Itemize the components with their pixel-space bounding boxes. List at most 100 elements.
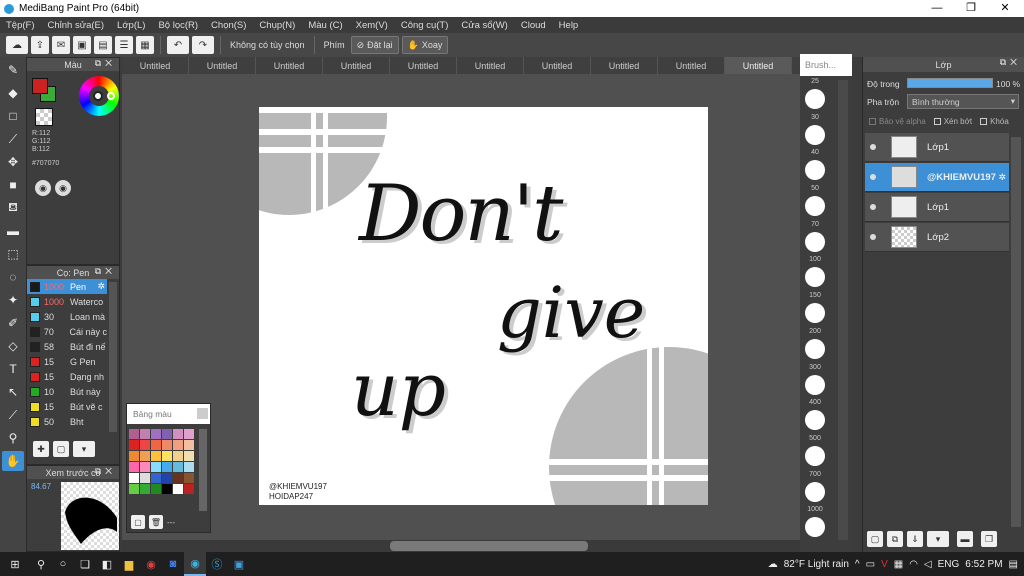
brush-size-option[interactable] bbox=[805, 196, 825, 217]
divide-tool-icon[interactable]: ⟋ bbox=[2, 405, 24, 425]
palette-swatch[interactable] bbox=[184, 484, 194, 494]
eraser-tool-icon[interactable]: ◆ bbox=[2, 83, 24, 103]
palette-swatch[interactable] bbox=[140, 440, 150, 450]
menu-tools[interactable]: Công cụ(T) bbox=[401, 20, 449, 31]
brush-size-option[interactable] bbox=[805, 481, 825, 502]
palette-swatch[interactable] bbox=[173, 484, 183, 494]
brush-item[interactable]: 50 Bht bbox=[27, 414, 107, 429]
search-icon[interactable]: ⚲ bbox=[30, 552, 52, 576]
tab-untitled[interactable]: Untitled bbox=[457, 57, 524, 74]
menu-window[interactable]: Cửa sổ(W) bbox=[461, 20, 507, 31]
eyedropper-tool-icon[interactable]: ⚲ bbox=[2, 428, 24, 448]
eye-icon[interactable] bbox=[865, 204, 881, 210]
color-history-icon[interactable]: ◉ bbox=[55, 180, 71, 196]
grid-icon[interactable]: ▦ bbox=[136, 36, 154, 54]
new-brush-icon[interactable]: ▢ bbox=[53, 441, 69, 457]
comment-icon[interactable]: ✉ bbox=[52, 36, 70, 54]
palette-swatch[interactable] bbox=[184, 440, 194, 450]
palette-swatch[interactable] bbox=[129, 484, 139, 494]
palette-swatch[interactable] bbox=[129, 451, 139, 461]
new-layer-icon[interactable]: ▢ bbox=[867, 531, 883, 547]
layer-copy-icon[interactable]: ❐ bbox=[981, 531, 997, 547]
menu-file[interactable]: Tệp(F) bbox=[6, 20, 35, 31]
select-eraser-tool-icon[interactable]: ◇ bbox=[2, 336, 24, 356]
menu-edit[interactable]: Chỉnh sửa(E) bbox=[48, 20, 105, 31]
protect-alpha-checkbox[interactable]: Bảo vệ alpha bbox=[869, 117, 926, 126]
add-layer-menu-icon[interactable]: ▾ bbox=[927, 531, 949, 547]
rectangle-tool-icon[interactable]: □ bbox=[2, 106, 24, 126]
layer-row[interactable]: Lớp1 bbox=[865, 193, 1009, 222]
layer-row-selected[interactable]: @KHIEMVU197 ✲ bbox=[865, 163, 1009, 192]
store-icon[interactable]: ◧ bbox=[96, 552, 118, 576]
layers-icon[interactable]: ☰ bbox=[115, 36, 133, 54]
share-icon[interactable]: ⇪ bbox=[31, 36, 49, 54]
palette-swatch[interactable] bbox=[184, 429, 194, 439]
file-explorer-icon[interactable]: ▆ bbox=[118, 552, 140, 576]
magic-wand-tool-icon[interactable]: ✦ bbox=[2, 290, 24, 310]
brush-item[interactable]: 58 Bút đi nế bbox=[27, 339, 107, 354]
rotate-button[interactable]: ✋ Xoay bbox=[401, 36, 449, 54]
menu-select[interactable]: Chọn(S) bbox=[211, 20, 246, 31]
tab-untitled[interactable]: Untitled bbox=[658, 57, 725, 74]
save-icon[interactable]: ▣ bbox=[73, 36, 91, 54]
palette-swatch[interactable] bbox=[162, 473, 172, 483]
palette-swatch[interactable] bbox=[162, 462, 172, 472]
panel-controls[interactable]: ⧉✕ bbox=[95, 58, 116, 69]
layer-scrollbar[interactable] bbox=[1011, 137, 1021, 527]
operation-tool-icon[interactable]: ↖ bbox=[2, 382, 24, 402]
document-icon[interactable]: ▤ bbox=[94, 36, 112, 54]
tab-untitled[interactable]: Untitled bbox=[524, 57, 591, 74]
brush-item[interactable]: 1000 Waterco bbox=[27, 294, 107, 309]
tab-untitled[interactable]: Untitled bbox=[122, 57, 189, 74]
select-rect-tool-icon[interactable]: ⬚ bbox=[2, 244, 24, 264]
folder-icon[interactable]: ▬ bbox=[957, 531, 973, 547]
brush-item[interactable]: 15 Dạng nh bbox=[27, 369, 107, 384]
clipping-checkbox[interactable]: Xén bớt bbox=[933, 117, 972, 126]
palette-swatch[interactable] bbox=[140, 473, 150, 483]
palette-swatch[interactable] bbox=[151, 440, 161, 450]
blend-mode-select[interactable]: Bình thường ▾ bbox=[907, 94, 1019, 109]
color-picker-handle[interactable] bbox=[93, 91, 103, 101]
menu-color[interactable]: Màu (C) bbox=[308, 20, 342, 31]
menu-view[interactable]: Xem(V) bbox=[356, 20, 388, 31]
new-color-icon[interactable]: ▢ bbox=[131, 515, 145, 529]
select-pen-tool-icon[interactable]: ✐ bbox=[2, 313, 24, 333]
brush-size-option[interactable] bbox=[805, 124, 825, 145]
palette-swatch[interactable] bbox=[162, 451, 172, 461]
brush-size-option[interactable] bbox=[805, 267, 825, 288]
brush-item[interactable]: 1000 Pen ✲ bbox=[27, 279, 107, 294]
brush-size-option[interactable] bbox=[805, 231, 825, 252]
tab-untitled-active[interactable]: Untitled bbox=[725, 57, 792, 74]
task-view-icon[interactable]: ❏ bbox=[74, 552, 96, 576]
language-indicator[interactable]: ENG bbox=[938, 559, 960, 570]
palette-swatch[interactable] bbox=[151, 429, 161, 439]
brush-item[interactable]: 10 Bút này bbox=[27, 384, 107, 399]
menu-cloud[interactable]: Cloud bbox=[521, 20, 546, 31]
layer-row[interactable]: Lớp2 bbox=[865, 223, 1009, 252]
palette-swatch[interactable] bbox=[162, 484, 172, 494]
lock-checkbox[interactable]: Khóa bbox=[980, 117, 1009, 126]
transparent-color-swatch[interactable] bbox=[35, 108, 53, 126]
brush-size-option[interactable] bbox=[805, 338, 825, 359]
tab-untitled[interactable]: Untitled bbox=[591, 57, 658, 74]
brush-size-option[interactable] bbox=[805, 374, 825, 395]
chrome-icon[interactable]: ◉ bbox=[140, 552, 162, 576]
wifi-icon[interactable]: ◠ bbox=[909, 559, 918, 570]
lasso-tool-icon[interactable]: ◌ bbox=[2, 267, 24, 287]
merge-layer-icon[interactable]: ⇓ bbox=[907, 531, 923, 547]
layer-row[interactable]: Lớp1 bbox=[865, 133, 1009, 162]
tray-app-icon[interactable]: ▦ bbox=[894, 559, 903, 570]
gear-icon[interactable]: ✲ bbox=[998, 172, 1006, 183]
brush-size-option[interactable] bbox=[805, 410, 825, 431]
menu-layer[interactable]: Lớp(L) bbox=[117, 20, 145, 31]
reset-button[interactable]: ⊘ Đặt lại bbox=[350, 36, 399, 54]
palette-swatch[interactable] bbox=[151, 451, 161, 461]
opacity-slider[interactable] bbox=[907, 78, 993, 88]
bucket-tool-icon[interactable]: ⛾ bbox=[2, 198, 24, 218]
close-button[interactable]: ✕ bbox=[990, 0, 1020, 17]
redo-icon[interactable]: ↷ bbox=[192, 36, 214, 54]
brush-size-option[interactable] bbox=[805, 303, 825, 324]
brush-size-option[interactable] bbox=[805, 89, 825, 109]
trash-icon[interactable]: 🗑 bbox=[149, 515, 163, 529]
brush-tool-icon[interactable]: ✎ bbox=[2, 60, 24, 80]
